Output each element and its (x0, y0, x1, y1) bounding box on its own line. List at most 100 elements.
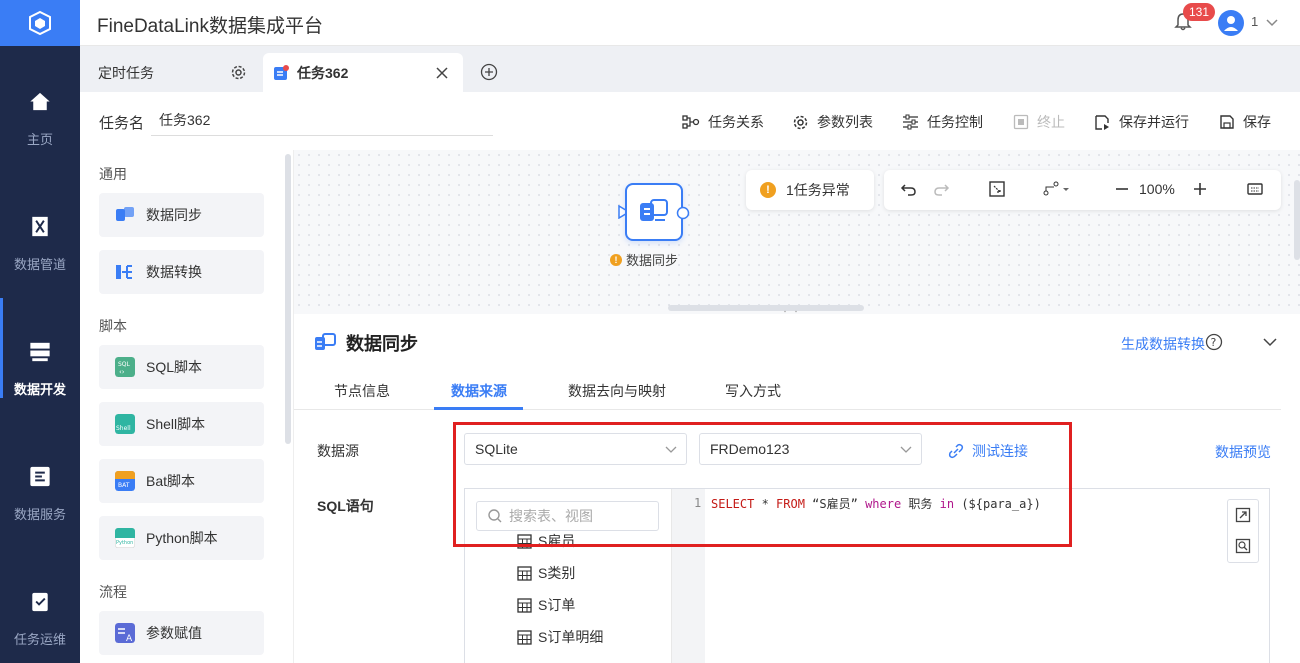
palette-item-label: 数据转换 (146, 264, 202, 280)
datasource-type-select[interactable]: SQLite (464, 433, 687, 465)
page-scrollbar[interactable] (1294, 180, 1300, 260)
tree-item[interactable]: S订单明细 (517, 627, 603, 647)
palette-item-data-sync[interactable]: 数据同步 (99, 193, 264, 237)
undo-icon[interactable] (900, 180, 918, 198)
top-bar: FineDataLink数据集成平台 131 1 (80, 0, 1300, 46)
palette-item-python[interactable]: Python Python脚本 (99, 516, 264, 560)
zoom-in-icon[interactable] (1192, 180, 1208, 198)
user-name[interactable]: 1 (1251, 14, 1258, 29)
expand-icon[interactable] (1235, 507, 1251, 523)
user-icon (1224, 16, 1238, 31)
format-icon[interactable] (1235, 538, 1251, 554)
nav-pipeline[interactable]: 数据管道 (0, 173, 80, 273)
palette-section-title: 流程 (99, 584, 127, 600)
nav-service[interactable]: 数据服务 (0, 423, 80, 523)
palette-item-shell[interactable]: Shell Shell脚本 (99, 402, 264, 446)
left-nav: 主页 数据管道 数据开发 数据服务 任务运维 (0, 0, 80, 663)
node-output-port-icon[interactable] (676, 206, 690, 220)
nav-dev[interactable]: 数据开发 (0, 298, 80, 398)
node-palette: 通用 数据同步 数据转换 脚本 SQL ‹› SQL脚本 Shell Shell脚… (80, 150, 294, 663)
warning-icon: ! (760, 182, 776, 198)
data-sync-node[interactable] (625, 183, 683, 241)
test-connection-button[interactable]: 测试连接 (948, 441, 1028, 461)
node-label-text: 数据同步 (626, 253, 679, 268)
chevron-down-icon (665, 446, 677, 453)
table-tree: 搜索表、视图 S雇员 S类别 S订单 S订单明细 (465, 489, 672, 663)
active-tab-indicator (434, 407, 523, 410)
pipeline-icon (32, 216, 48, 237)
nav-ops[interactable]: 任务运维 (0, 548, 80, 648)
param-assign-icon: A (115, 623, 135, 643)
sql-editor[interactable]: SELECT * FROM “S雇员” where 职务 in (${para_… (711, 495, 1041, 512)
shell-icon: Shell (115, 414, 135, 434)
palette-section-title: 通用 (99, 166, 127, 182)
bat-icon: BAT (115, 471, 135, 491)
task-relations-button[interactable]: 任务关系 (682, 112, 764, 132)
home-icon (30, 92, 50, 111)
save-button[interactable]: 保存 (1219, 112, 1271, 132)
table-icon (517, 597, 532, 613)
tab-data-target[interactable]: 数据去向与映射 (568, 381, 666, 401)
notification-badge: 131 (1183, 3, 1216, 21)
panel-title: 数据同步 (314, 330, 418, 356)
palette-item-bat[interactable]: BAT Bat脚本 (99, 459, 264, 503)
table-search-input[interactable]: 搜索表、视图 (476, 501, 659, 531)
task-control-button[interactable]: 任务控制 (902, 112, 983, 132)
datasource-conn-select[interactable]: FRDemo123 (699, 433, 922, 465)
stop-button[interactable]: 终止 (1013, 112, 1065, 132)
palette-scrollbar[interactable] (285, 154, 291, 444)
select-value: FRDemo123 (710, 441, 790, 457)
flow-canvas[interactable]: ! 数据同步 ! 1任务异常 100% ⋮⋮ (294, 150, 1300, 321)
palette-item-data-transform[interactable]: 数据转换 (99, 250, 264, 294)
layout-icon[interactable] (1042, 180, 1072, 198)
redo-icon[interactable] (932, 180, 950, 198)
relations-icon (682, 115, 700, 129)
chevron-down-icon[interactable] (1262, 334, 1278, 350)
palette-item-sql[interactable]: SQL ‹› SQL脚本 (99, 345, 264, 389)
table-icon (517, 565, 532, 581)
param-list-button[interactable]: 参数列表 (792, 112, 873, 132)
tab-label: 定时任务 (98, 64, 154, 81)
help-icon[interactable]: ? (1205, 333, 1223, 351)
task-name-input[interactable] (151, 104, 493, 136)
sql-token: (${para_a}) (954, 497, 1041, 511)
tab-node-info[interactable]: 节点信息 (334, 381, 390, 401)
test-connection-label: 测试连接 (972, 443, 1028, 459)
canvas-scrollbar[interactable] (668, 305, 864, 311)
palette-item-label: 参数赋值 (146, 625, 202, 641)
minimap-icon[interactable] (1246, 180, 1264, 198)
app-title: FineDataLink数据集成平台 (97, 16, 323, 37)
avatar[interactable] (1218, 10, 1244, 36)
data-transform-icon (116, 265, 132, 279)
tree-item-label: S类别 (538, 565, 576, 581)
tab-data-source[interactable]: 数据来源 (451, 381, 507, 401)
panel-tabs: 节点信息 数据来源 数据去向与映射 写入方式 (294, 376, 1281, 410)
chevron-down-icon[interactable] (1264, 14, 1280, 30)
save-run-button[interactable]: 保存并运行 (1094, 112, 1189, 132)
save-run-icon (1095, 114, 1109, 130)
toolbar-label: 终止 (1037, 114, 1065, 130)
tree-item-label: S雇员 (538, 533, 576, 549)
tree-item[interactable]: S类别 (517, 563, 575, 583)
tree-item[interactable]: S雇员 (517, 531, 575, 551)
close-icon[interactable] (435, 66, 449, 80)
zoom-out-icon[interactable] (1114, 180, 1130, 198)
fit-screen-icon[interactable] (988, 180, 1006, 198)
tab-scheduled[interactable]: 定时任务 (98, 53, 263, 92)
sql-token: * (754, 497, 777, 511)
add-tab-icon[interactable] (480, 63, 498, 81)
gear-icon[interactable] (230, 64, 247, 81)
app-logo[interactable] (0, 0, 80, 46)
data-preview-link[interactable]: 数据预览 (1215, 442, 1271, 462)
task-toolbar: 任务名 任务关系 参数列表 任务控制 终止 保存并运行 保存 (80, 92, 1300, 150)
generate-transform-link[interactable]: 生成数据转换 (1121, 334, 1205, 354)
palette-item-param-assign[interactable]: A 参数赋值 (99, 611, 264, 655)
select-value: SQLite (475, 441, 518, 457)
palette-item-label: Bat脚本 (146, 473, 196, 489)
tab-write-mode[interactable]: 写入方式 (725, 381, 781, 401)
tab-task362[interactable]: 任务362 (263, 53, 463, 92)
toolbar-label: 任务关系 (708, 114, 764, 130)
task-alert[interactable]: ! 1任务异常 (746, 170, 874, 210)
tree-item[interactable]: S订单 (517, 595, 575, 615)
nav-home[interactable]: 主页 (0, 48, 80, 148)
